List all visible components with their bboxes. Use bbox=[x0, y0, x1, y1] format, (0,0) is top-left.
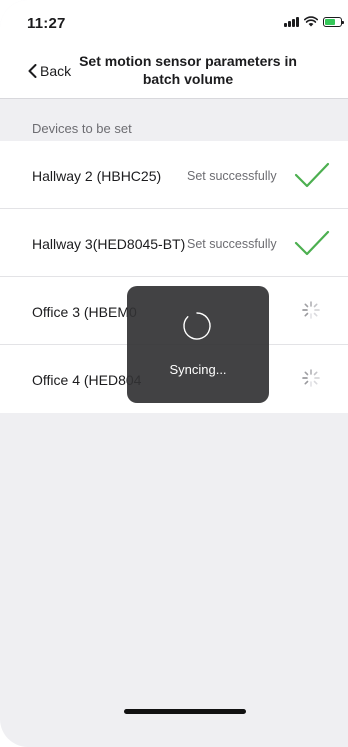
device-row: Hallway 2 (HBHC25) Set successfully bbox=[0, 141, 348, 209]
device-name: Hallway 2 (HBHC25) bbox=[32, 168, 162, 184]
back-label: Back bbox=[40, 63, 72, 79]
page-title: Set motion sensor parameters in batch vo… bbox=[79, 53, 297, 87]
battery-charging-icon bbox=[323, 16, 344, 27]
loading-ring-icon bbox=[183, 312, 211, 340]
device-status: Set successfully bbox=[187, 237, 277, 251]
loading-spinner-icon bbox=[302, 369, 320, 387]
checkmark-icon bbox=[294, 230, 330, 256]
back-button[interactable]: Back bbox=[28, 63, 71, 79]
device-name: Office 4 (HED804 bbox=[32, 372, 142, 388]
status-time: 11:27 bbox=[27, 15, 66, 32]
signal-icon bbox=[284, 16, 299, 27]
device-status: Set successfully bbox=[187, 169, 277, 183]
loading-spinner-icon bbox=[302, 301, 320, 319]
device-name: Hallway 3(HED8045-BT) bbox=[32, 236, 186, 252]
checkmark-icon bbox=[294, 162, 330, 188]
home-indicator[interactable] bbox=[124, 709, 246, 714]
chevron-left-icon bbox=[28, 64, 37, 78]
status-icons bbox=[284, 16, 344, 27]
wifi-icon bbox=[304, 16, 318, 27]
device-name: Office 3 (HBEM0 bbox=[32, 304, 137, 320]
section-header: Devices to be set bbox=[0, 99, 348, 141]
section-header-label: Devices to be set bbox=[32, 121, 132, 136]
device-row: Hallway 3(HED8045-BT) Set successfully bbox=[0, 209, 348, 277]
app-screen: 11:27 Back Set motion sensor parameters … bbox=[0, 0, 348, 747]
status-bar: 11:27 bbox=[0, 0, 348, 44]
navigation-bar: Back Set motion sensor parameters in bat… bbox=[0, 44, 348, 99]
syncing-toast: Syncing... bbox=[127, 286, 269, 403]
toast-label: Syncing... bbox=[169, 362, 227, 377]
